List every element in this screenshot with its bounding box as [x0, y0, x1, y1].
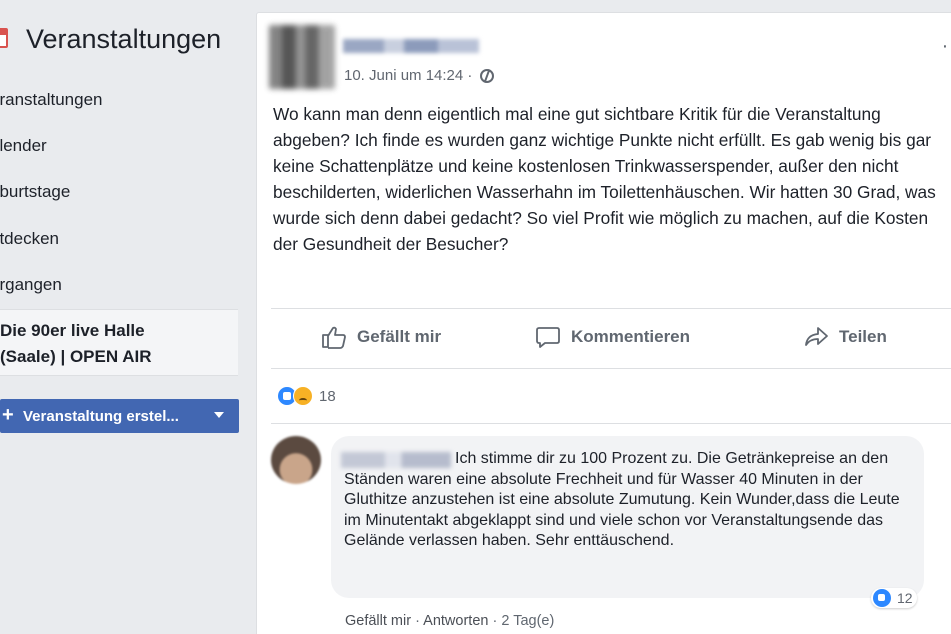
comment-icon — [536, 327, 560, 348]
caret-down-icon — [214, 412, 224, 418]
sidebar-item-past[interactable]: ergangen — [0, 275, 62, 295]
sidebar-title: Veranstaltungen — [26, 24, 222, 54]
post-text: Wo kann man denn eigentlich mal eine gut… — [273, 104, 936, 255]
active-event-line1: Die 90er live Halle — [0, 321, 145, 340]
share-button[interactable]: Teilen — [803, 325, 887, 349]
divider — [271, 308, 951, 309]
comment-reply-link[interactable]: Antworten — [423, 613, 488, 629]
thumbs-up-icon — [322, 326, 346, 349]
commenter-avatar[interactable] — [271, 436, 321, 484]
create-event-button[interactable]: + Veranstaltung erstel... — [0, 399, 239, 433]
post-meta: 10. Juni um 14:24 · — [344, 67, 495, 84]
sidebar-item-discover[interactable]: ntdecken — [0, 229, 59, 249]
comment-age[interactable]: 2 Tag(e) — [501, 613, 554, 629]
like-label: Gefällt mir — [357, 327, 442, 346]
post-timestamp[interactable]: 10. Juni um 14:24 · — [344, 67, 472, 84]
reaction-count: 18 — [319, 387, 336, 405]
sidebar-item-birthdays[interactable]: eburtstage — [0, 182, 70, 202]
post-card: 10. Juni um 14:24 · ·· Wo kann man denn … — [256, 12, 951, 634]
sidebar-item-events[interactable]: eranstaltungen — [0, 90, 102, 110]
comment-like-badge[interactable]: 12 — [871, 588, 917, 608]
create-event-label: Veranstaltung erstel... — [23, 408, 179, 425]
comment-label: Kommentieren — [571, 327, 691, 346]
separator: · — [488, 613, 502, 629]
calendar-icon — [0, 28, 8, 48]
sidebar: Veranstaltungen eranstaltungen alender e… — [0, 0, 245, 634]
comment-like-link[interactable]: Gefällt mir — [345, 613, 411, 629]
divider — [271, 368, 951, 369]
author-name-redacted[interactable] — [343, 39, 479, 53]
comment-button[interactable]: Kommentieren — [535, 325, 690, 349]
comment-text: Ich stimme dir zu 100 Prozent zu. Die Ge… — [344, 450, 900, 549]
like-button[interactable]: Gefällt mir — [321, 325, 441, 349]
active-event-line2: (Saale) | OPEN AIR — [0, 347, 152, 366]
plus-icon: + — [2, 404, 14, 426]
separator: · — [411, 613, 424, 629]
globe-icon — [480, 68, 495, 83]
comment-like-count: 12 — [897, 590, 913, 606]
sidebar-item-active-event[interactable]: Die 90er live Halle (Saale) | OPEN AIR — [0, 309, 238, 376]
sidebar-item-calendar[interactable]: alender — [0, 136, 47, 156]
divider — [271, 423, 951, 424]
author-avatar[interactable] — [269, 25, 335, 89]
reactions-summary[interactable]: 18 — [277, 386, 336, 406]
comment-actions: Gefällt mir · Antworten · 2 Tag(e) — [345, 613, 554, 629]
sad-reaction-icon — [293, 386, 313, 406]
share-label: Teilen — [839, 327, 887, 346]
share-icon — [805, 327, 828, 346]
more-dots-icon[interactable]: ·· — [942, 35, 951, 58]
like-reaction-icon — [873, 589, 891, 607]
